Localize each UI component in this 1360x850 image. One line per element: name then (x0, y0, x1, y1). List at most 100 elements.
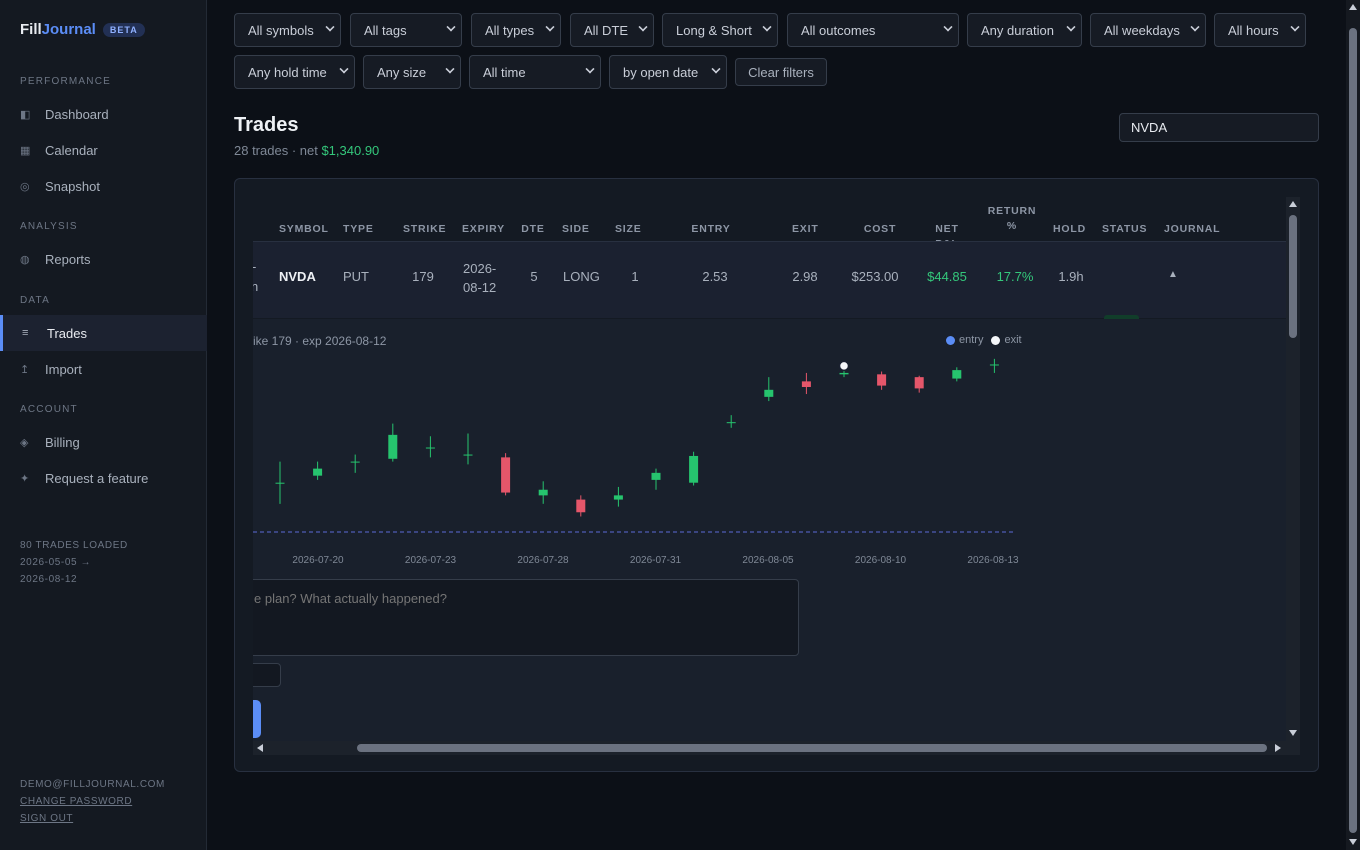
dte-filter[interactable]: All DTE (570, 13, 654, 47)
candle-body (952, 370, 962, 379)
chevron-down-icon (545, 22, 555, 32)
brand-logo[interactable]: Fill Journal BETA (20, 21, 145, 38)
change-password-link[interactable]: CHANGE PASSWORD (20, 793, 165, 810)
header-hold[interactable]: HOLD (1053, 222, 1085, 237)
exit-legend-marker (991, 335, 1001, 345)
search-input[interactable]: NVDA (1119, 113, 1319, 142)
trade-detail-panel: ike 179 · exp 2026-08-12 entry exit 2026… (253, 319, 1286, 741)
clear-filters-button[interactable]: Clear filters (735, 58, 827, 86)
page-scrollbar[interactable] (1346, 0, 1360, 850)
chevron-down-icon (1290, 22, 1300, 32)
cell-expiry-date: 08-12 (463, 280, 497, 295)
horizontal-scroll-thumb[interactable] (357, 744, 1267, 752)
journal-notes-textarea[interactable] (253, 579, 799, 656)
chevron-down-icon (325, 22, 335, 32)
sidebar-item-snapshot[interactable]: ◎ Snapshot (0, 168, 207, 204)
header-strike[interactable]: STRIKE (403, 222, 446, 237)
symbols-filter[interactable]: All symbols (234, 13, 341, 47)
types-filter[interactable]: All types (471, 13, 561, 47)
candle-body (576, 499, 586, 513)
side-filter[interactable]: Long & Short (662, 13, 778, 47)
candle-body (463, 454, 473, 456)
select-value: All symbols (248, 22, 314, 38)
header-side[interactable]: SIDE (562, 222, 589, 237)
chevron-down-icon (445, 64, 455, 74)
tag-input[interactable] (253, 663, 281, 687)
sidebar-item-label: Dashboard (45, 106, 109, 122)
weekdays-filter[interactable]: All weekdays (1090, 13, 1206, 47)
save-journal-button[interactable] (253, 700, 261, 738)
table-vertical-scrollbar[interactable] (1286, 197, 1300, 741)
cell-type: PUT (343, 269, 369, 284)
contract-caption: ike 179 · exp 2026-08-12 (253, 334, 387, 348)
sidebar-item-reports[interactable]: ◍ Reports (0, 241, 207, 277)
chevron-down-icon (762, 22, 772, 32)
page-scroll-down-icon[interactable] (1349, 839, 1357, 845)
scroll-left-icon[interactable] (257, 744, 263, 752)
vertical-scroll-thumb[interactable] (1289, 215, 1297, 338)
scroll-right-icon[interactable] (1275, 744, 1281, 752)
cell-net-pnl: $44.85 (927, 269, 967, 284)
time-range-filter[interactable]: All time (469, 55, 601, 89)
candle-body (877, 374, 887, 386)
scroll-up-icon[interactable] (1289, 201, 1297, 207)
header-type[interactable]: TYPE (343, 222, 373, 237)
header-status[interactable]: STATUS (1102, 222, 1146, 237)
page-scroll-thumb[interactable] (1349, 28, 1357, 833)
hold-time-filter[interactable]: Any hold time (234, 55, 355, 89)
table-horizontal-scrollbar[interactable] (253, 741, 1300, 755)
header-cost[interactable]: COST (863, 222, 897, 237)
outcomes-filter[interactable]: All outcomes (787, 13, 959, 47)
sidebar-item-import[interactable]: ↥ Import (0, 351, 207, 387)
header-exit[interactable]: EXIT (792, 222, 818, 237)
header-symbol[interactable]: SYMBOL (279, 222, 328, 237)
size-filter[interactable]: Any size (363, 55, 461, 89)
section-performance: PERFORMANCE (20, 76, 111, 87)
cell-cost: $253.00 (851, 269, 899, 284)
sidebar-item-calendar[interactable]: ▦ Calendar (0, 132, 207, 168)
header-journal[interactable]: JOURNAL (1164, 222, 1220, 237)
page-title: Trades (234, 114, 299, 136)
header-dte[interactable]: DTE (521, 222, 545, 237)
page-scroll-up-icon[interactable] (1349, 4, 1357, 10)
sidebar-item-request-feature[interactable]: ✦ Request a feature (0, 460, 207, 496)
cell-entry: 2.53 (702, 269, 728, 284)
price-candlestick-chart[interactable]: 2026-07-20 2026-07-23 2026-07-28 2026-07-31… (253, 349, 1053, 589)
chevron-down-icon (1190, 22, 1200, 32)
cell-side: LONG (563, 269, 600, 284)
trades-table-card: SYMBOL TYPE STRIKE EXPIRY DTE SIDE SIZE … (234, 178, 1319, 772)
header-entry[interactable]: ENTRY (690, 222, 732, 237)
chart-legend: entry exit (946, 334, 1022, 346)
sidebar-item-dashboard[interactable]: ◧ Dashboard (0, 96, 207, 132)
candle-body (275, 482, 285, 484)
collapse-toggle-icon[interactable]: ▲ (1168, 269, 1178, 280)
x-tick-label: 2026-08-05 (742, 555, 794, 566)
tags-filter[interactable]: All tags (350, 13, 462, 47)
sidebar-item-label: Calendar (45, 142, 98, 158)
dashboard-icon: ◧ (20, 108, 31, 121)
chevron-down-icon (339, 64, 349, 74)
x-tick-label: 2026-07-28 (517, 555, 569, 566)
candle-body (501, 457, 511, 493)
sidebar: Fill Journal BETA PERFORMANCE ◧ Dashboard … (0, 0, 207, 850)
scroll-down-icon[interactable] (1289, 730, 1297, 736)
header-size[interactable]: SIZE (615, 222, 641, 237)
sidebar-item-billing[interactable]: ◈ Billing (0, 424, 207, 460)
header-expiry[interactable]: EXPIRY (462, 222, 504, 237)
table-viewport[interactable]: SYMBOL TYPE STRIKE EXPIRY DTE SIDE SIZE … (253, 197, 1286, 741)
x-tick-label: 2026-07-23 (405, 555, 457, 566)
hours-filter[interactable]: All hours (1214, 13, 1306, 47)
candle-body (313, 468, 323, 476)
x-tick-label: 2026-08-10 (855, 555, 907, 566)
candle-body (350, 461, 360, 463)
sign-out-link[interactable]: SIGN OUT (20, 810, 165, 827)
sort-by-select[interactable]: by open date (609, 55, 727, 89)
table-row[interactable]: - n NVDA PUT 179 2026- 08-12 5 LONG 1 2.5… (253, 242, 1286, 333)
sidebar-item-label: Request a feature (45, 470, 149, 486)
duration-filter[interactable]: Any duration (967, 13, 1082, 47)
select-value: All types (485, 22, 535, 38)
header-return[interactable]: RETURN% (987, 204, 1037, 234)
sidebar-item-trades[interactable]: ≡ Trades (0, 315, 207, 351)
cell-strike: 179 (412, 269, 434, 284)
candle-body (425, 447, 435, 449)
